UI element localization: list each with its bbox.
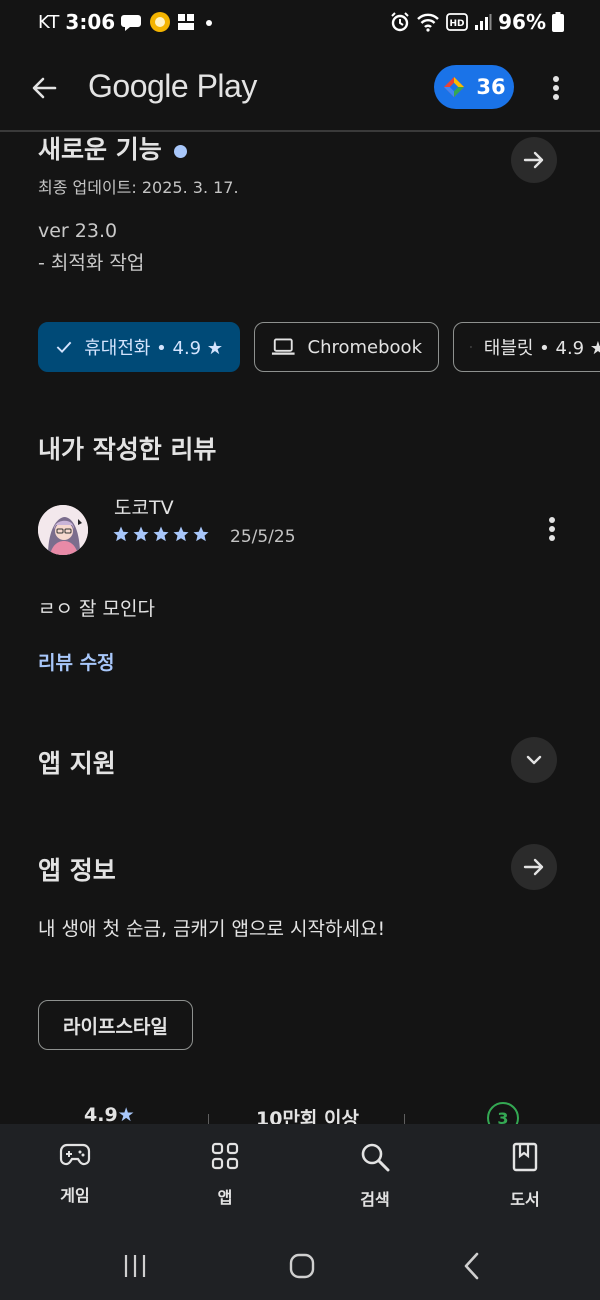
arrow-back-icon xyxy=(32,77,57,99)
review-overflow-button[interactable] xyxy=(542,511,562,547)
search-icon xyxy=(361,1143,390,1172)
my-review-title: 내가 작성한 리뷰 xyxy=(38,435,217,464)
gallery-icon xyxy=(177,13,195,31)
release-notes: - 최적화 작업 xyxy=(38,252,145,274)
book-icon xyxy=(512,1142,538,1172)
hd-voice-icon: HD xyxy=(446,13,469,31)
chip-tablet-label: 태블릿 • 4.9 ★ xyxy=(483,338,600,359)
stat-rating: 4.9★ xyxy=(84,1104,135,1126)
back-button[interactable] xyxy=(24,68,64,108)
svg-text:HD: HD xyxy=(450,19,465,29)
play-points-icon xyxy=(444,77,465,97)
review-date: 25/5/25 xyxy=(230,527,296,547)
status-bar: KT 3:06 HD 96% xyxy=(0,0,600,46)
app-info-title: 앱 정보 xyxy=(38,856,116,885)
signal-icon xyxy=(474,13,492,31)
battery-icon xyxy=(552,12,564,32)
status-right: HD 96% xyxy=(390,10,564,34)
app-info-arrow-button[interactable] xyxy=(511,844,557,890)
whats-new-heading: 새로운 기능 xyxy=(38,130,239,166)
nav-search[interactable]: 검색 xyxy=(325,1142,425,1210)
carrier-label: KT xyxy=(38,11,60,33)
app-support-expand-button[interactable] xyxy=(511,737,557,783)
app-notification-icon xyxy=(149,11,171,33)
app-bar: Google Play 36 xyxy=(0,56,600,120)
star-icon xyxy=(133,526,149,542)
version-number: ver 23.0 xyxy=(38,220,118,242)
nav-books[interactable]: 도서 xyxy=(475,1142,575,1210)
review-header: 도코TV 25/5/25 xyxy=(38,497,568,555)
home-button[interactable] xyxy=(282,1248,322,1284)
wifi-icon xyxy=(416,12,440,32)
star-icon xyxy=(153,526,169,542)
battery-level: 96% xyxy=(498,10,546,34)
version-notes: ver 23.0 - 최적화 작업 xyxy=(38,215,144,279)
app-support-title: 앱 지원 xyxy=(38,749,116,778)
star-icon xyxy=(193,526,209,542)
nav-games[interactable]: 게임 xyxy=(25,1142,125,1206)
home-icon xyxy=(289,1253,315,1279)
nav-books-label: 도서 xyxy=(510,1190,540,1209)
arrow-forward-icon xyxy=(523,858,544,876)
bottom-navigation: 게임 앱 검색 도서 xyxy=(0,1124,600,1230)
avatar xyxy=(38,505,88,555)
app-tagline: 내 생애 첫 순금, 금캐기 앱으로 시작하세요! xyxy=(38,918,386,940)
reviewer-name: 도코TV xyxy=(114,497,174,519)
status-time: 3:06 xyxy=(65,10,116,34)
system-back-button[interactable] xyxy=(452,1248,492,1284)
chat-bubble-icon xyxy=(121,12,143,32)
nav-apps-label: 앱 xyxy=(217,1188,233,1207)
chip-tablet[interactable]: 태블릿 • 4.9 ★ xyxy=(453,322,600,372)
check-icon xyxy=(56,341,72,354)
more-vert-icon xyxy=(553,76,559,100)
app-title: Google Play xyxy=(88,68,257,104)
alarm-icon xyxy=(390,12,410,32)
gamepad-icon xyxy=(59,1143,91,1166)
recent-apps-button[interactable] xyxy=(115,1248,155,1284)
star-icon xyxy=(173,526,189,542)
recent-apps-icon xyxy=(124,1255,146,1277)
new-indicator-dot xyxy=(173,144,187,158)
chip-chromebook[interactable]: Chromebook xyxy=(254,322,439,372)
system-navigation-bar xyxy=(0,1230,600,1300)
chevron-left-icon xyxy=(464,1252,479,1280)
nav-games-label: 게임 xyxy=(60,1186,90,1205)
chip-phone-label: 휴대전화 • 4.9 ★ xyxy=(84,338,223,359)
more-notifications-dot-icon xyxy=(201,14,217,30)
rating-star-icon: ★ xyxy=(117,1104,135,1126)
nav-apps[interactable]: 앱 xyxy=(175,1142,275,1208)
star-icon xyxy=(113,526,129,542)
more-vert-icon xyxy=(549,517,555,541)
nav-search-label: 검색 xyxy=(360,1190,390,1209)
tablet-icon xyxy=(470,346,472,348)
arrow-forward-icon xyxy=(523,151,544,169)
edit-review-link[interactable]: 리뷰 수정 xyxy=(38,648,115,675)
stat-rating-value: 4.9 xyxy=(84,1104,118,1126)
chevron-down-icon xyxy=(526,755,542,765)
play-points-count: 36 xyxy=(476,75,506,99)
device-filter-chips: 휴대전화 • 4.9 ★ Chromebook 태블릿 • 4.9 ★ xyxy=(38,322,600,372)
last-updated-date: 최종 업데이트: 2025. 3. 17. xyxy=(38,178,239,197)
category-chip[interactable]: 라이프스타일 xyxy=(38,1000,193,1050)
laptop-icon xyxy=(271,338,295,355)
overflow-menu-button[interactable] xyxy=(540,68,572,108)
apps-grid-icon xyxy=(211,1142,239,1170)
whats-new-arrow-button[interactable] xyxy=(511,137,557,183)
whats-new-title: 새로운 기능 xyxy=(38,135,162,164)
whats-new-section: 새로운 기능 최종 업데이트: 2025. 3. 17. xyxy=(38,130,239,198)
status-left: KT 3:06 xyxy=(38,10,217,34)
play-points-button[interactable]: 36 xyxy=(434,65,514,109)
chip-chromebook-label: Chromebook xyxy=(307,336,422,358)
review-text: ㄹㅇ 잘 모인다 xyxy=(38,598,155,620)
chip-phone[interactable]: 휴대전화 • 4.9 ★ xyxy=(38,322,240,372)
star-rating xyxy=(112,525,210,543)
